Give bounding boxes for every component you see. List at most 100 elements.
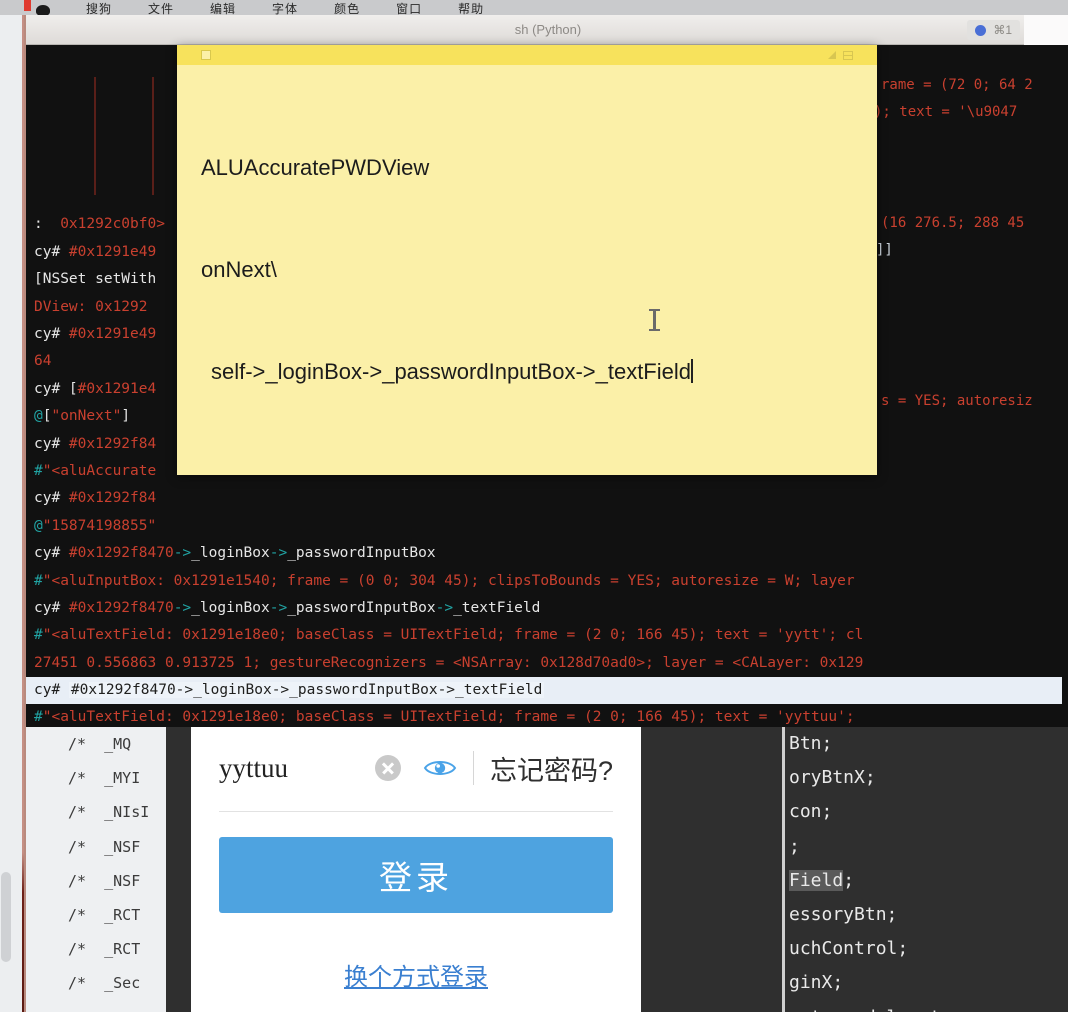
terminal-token: #0x1292f84: [68, 435, 157, 452]
login-panel: yyttuu 忘记密码? 登录 换个方式登录: [191, 727, 641, 1012]
terminal-token: #0x1292f8470->_loginBox->_passwordInputB…: [68, 682, 545, 699]
window-icon[interactable]: [843, 50, 853, 60]
clear-circle-icon[interactable]: [374, 755, 401, 781]
code-line: /* _Sec: [68, 974, 141, 993]
code-line: /* _RCT: [68, 940, 141, 959]
password-field-row[interactable]: yyttuu 忘记密码?: [219, 741, 613, 795]
alt-login-link[interactable]: 换个方式登录: [191, 957, 641, 992]
terminal-token: "<aluTextField: 0x1291e18e0; baseClass =…: [42, 627, 864, 644]
code-line: ginX;: [789, 966, 1068, 1000]
sticky-note-window[interactable]: ALUAccuratePWDView onNext\ self->_loginB…: [177, 45, 877, 475]
titlebar-right-cap: [1024, 15, 1068, 45]
menubar-item-0[interactable]: 搜狗: [86, 0, 112, 15]
terminal-token: ->: [173, 599, 192, 616]
terminal-token: "<aluAccurate: [42, 462, 157, 479]
terminal-token: _textField: [453, 599, 541, 616]
code-line: oryBtnX;: [789, 761, 1068, 795]
sticky-note-titlebar[interactable]: [177, 45, 877, 65]
terminal-token: "<aluInputBox: 0x1291e1540; frame = (0 0…: [42, 572, 855, 589]
sticky-note-line-3: self->_loginBox->_passwordInputBox->_tex…: [201, 355, 853, 389]
macos-menubar[interactable]: 搜狗 文件 编辑 字体 颜色 窗口 帮助: [0, 0, 1068, 15]
menubar-item-1[interactable]: 文件: [148, 0, 174, 15]
terminal-token: #: [34, 572, 43, 589]
menubar-item-4[interactable]: 颜色: [334, 0, 360, 15]
code-line: /* _NSF: [68, 837, 141, 856]
left-scrollbar[interactable]: [0, 200, 12, 1012]
terminal-ghost-bar: [94, 133, 96, 193]
terminal-token: "15874198855": [42, 517, 157, 534]
code-token: Btn;: [789, 733, 833, 754]
password-input[interactable]: yyttuu: [219, 753, 375, 784]
sticky-note-body[interactable]: ALUAccuratePWDView onNext\ self->_loginB…: [177, 65, 877, 457]
code-line: /* _MYI: [68, 769, 141, 788]
code-token: essoryBtn;: [789, 904, 898, 926]
menubar-item-6[interactable]: 帮助: [458, 0, 484, 15]
terminal-token: #0x1292f84: [68, 490, 157, 507]
resize-icon[interactable]: [828, 51, 836, 59]
terminal-token: #0x1291e49: [68, 326, 157, 342]
terminal-line: cy# #0x1292f84: [34, 485, 1068, 512]
terminal-token: cy#: [34, 682, 69, 699]
code-token: ginX;: [789, 972, 844, 994]
terminal-token: _passwordInputBox: [287, 545, 436, 562]
terminal-token: #: [34, 462, 43, 479]
terminal-token: ->: [269, 599, 288, 616]
terminal-token: #0x1291e4: [77, 380, 157, 397]
login-button[interactable]: 登录: [219, 837, 613, 913]
code-pane-left[interactable]: /* _MQ /* _MYI /* _NIsI /* _NSF /* _NSF /* _R…: [26, 727, 166, 1012]
code-token: ;: [789, 835, 800, 857]
terminal-token: DView: 0x1292: [34, 298, 148, 315]
terminal-token: 64: [34, 353, 52, 370]
menubar-item-3[interactable]: 字体: [272, 0, 298, 15]
code-line: con;: [789, 795, 1068, 829]
menubar-item-2[interactable]: 编辑: [210, 0, 236, 15]
code-line: /* _NIsI: [68, 803, 150, 822]
text-caret: [691, 359, 693, 383]
terminal-session-badge[interactable]: ⌘1: [967, 20, 1020, 40]
sticky-note-line-3-text: self->_loginBox->_passwordInputBox->_tex…: [211, 359, 691, 384]
terminal-token: #0x1292f8470: [68, 599, 174, 616]
menubar-item-5[interactable]: 窗口: [396, 0, 422, 15]
terminal-token: ->: [269, 545, 288, 562]
terminal-line: @"15874198855": [34, 513, 1068, 540]
code-line: Field;: [789, 864, 1068, 898]
terminal-line: #"<aluTextField: 0x1291e18e0; baseClass …: [34, 622, 1068, 649]
terminal-token: _passwordInputBox: [287, 599, 436, 616]
code-line: essoryBtn;: [789, 898, 1068, 932]
terminal-line: cy# #0x1292f8470->_loginBox->_passwordIn…: [34, 540, 1068, 567]
terminal-token: cy#: [34, 490, 69, 507]
code-pane-right[interactable]: Btn; oryBtnX; con;; Field; essoryBtn; uchCont…: [782, 727, 1068, 1012]
terminal-token: cy#: [34, 599, 69, 616]
terminal-token: ->: [173, 545, 192, 562]
terminal-token: [NSSet setWith: [34, 271, 157, 288]
code-line: ;: [789, 830, 1068, 864]
terminal-token: ->: [435, 599, 454, 616]
terminal-line: cy# #0x1292f8470->_loginBox->_passwordIn…: [34, 595, 1068, 622]
left-scrollbar-thumb[interactable]: [1, 872, 11, 962]
code-line: Btn;: [789, 727, 1068, 761]
sticky-note-line-2: onNext\: [201, 257, 277, 282]
terminal-token: @: [34, 517, 43, 534]
code-token-highlighted: Field: [789, 869, 844, 891]
terminal-token: cy#: [34, 545, 69, 562]
code-token: ;: [843, 869, 855, 891]
apple-icon[interactable]: [36, 5, 50, 15]
square-icon[interactable]: [201, 50, 211, 60]
code-token: gate> _delegate;: [789, 1007, 962, 1012]
terminal-line: 27451 0.556863 0.913725 1; gestureRecogn…: [34, 650, 1068, 677]
code-line: /* _RCT: [68, 906, 141, 925]
terminal-token: cy# [: [34, 380, 78, 397]
sticky-note-tools[interactable]: [828, 50, 853, 60]
terminal-token: "<aluTextField: 0x1291e18e0; baseClass =…: [42, 709, 855, 726]
terminal-titlebar[interactable]: sh (Python) ⌘1: [26, 15, 1068, 45]
mouse-ibeam-cursor: [649, 309, 660, 331]
screen-root: 搜狗 文件 编辑 字体 颜色 窗口 帮助 sh (Python) ⌘1 : 0x…: [0, 0, 1068, 1012]
terminal-line: #"<aluTextField: 0x1291e18e0; baseClass …: [34, 704, 1068, 727]
password-field-underline: [219, 811, 613, 812]
eye-icon[interactable]: [423, 756, 457, 780]
session-status-dot: [975, 24, 987, 36]
forgot-password-link[interactable]: 忘记密码?: [490, 749, 613, 788]
terminal-ghost-bar: [152, 77, 154, 195]
code-token: uchControl;: [789, 938, 909, 960]
bottom-area: /* _MQ /* _MYI /* _NIsI /* _NSF /* _NSF /* _R…: [26, 727, 1068, 1012]
